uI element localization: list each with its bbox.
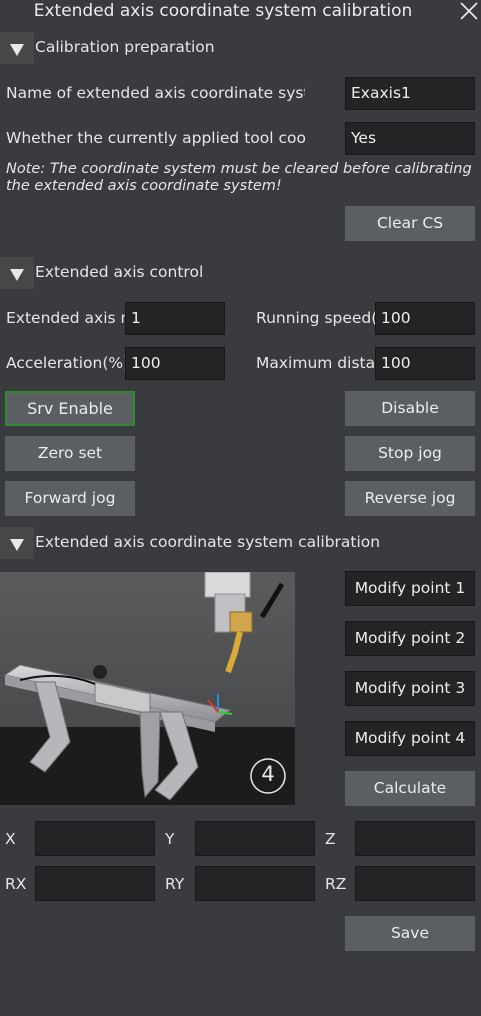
axis-number-label: Extended axis number — [6, 309, 125, 327]
rx-label: RX — [5, 875, 27, 893]
section-title: Extended axis coordinate system calibrat… — [35, 533, 381, 551]
collapse-toggle[interactable] — [0, 257, 34, 289]
disable-button[interactable]: Disable — [345, 391, 475, 426]
rz-field[interactable] — [355, 866, 475, 901]
zero-set-button[interactable]: Zero set — [5, 436, 135, 471]
forward-jog-button[interactable]: Forward jog — [5, 481, 135, 516]
calibration-illustration: 4 — [0, 571, 295, 805]
x-label: X — [5, 830, 16, 848]
stop-jog-button[interactable]: Stop jog — [345, 436, 475, 471]
acceleration-label: Acceleration(%) — [6, 354, 125, 372]
modify-point-4-button[interactable]: Modify point 4 — [345, 721, 475, 756]
cs-name-field[interactable]: Exaxis1 — [345, 77, 475, 110]
ry-label: RY — [165, 875, 185, 893]
triangle-down-icon — [10, 44, 24, 56]
reverse-jog-button[interactable]: Reverse jog — [345, 481, 475, 516]
clear-cs-button[interactable]: Clear CS — [345, 206, 475, 241]
modify-point-2-button[interactable]: Modify point 2 — [345, 621, 475, 656]
modify-point-3-button[interactable]: Modify point 3 — [345, 671, 475, 706]
y-field[interactable] — [195, 821, 315, 856]
z-field[interactable] — [355, 821, 475, 856]
calibration-note: Note: The coordinate system must be clea… — [6, 161, 472, 194]
x-field[interactable] — [35, 821, 155, 856]
tool-cs-label: Whether the currently applied tool coord… — [6, 129, 305, 147]
collapse-toggle[interactable] — [0, 32, 34, 64]
save-button[interactable]: Save — [345, 916, 475, 951]
section-extended-axis-control[interactable]: Extended axis control — [0, 257, 481, 289]
triangle-down-icon — [10, 539, 24, 551]
rx-field[interactable] — [35, 866, 155, 901]
close-icon[interactable] — [458, 0, 480, 23]
y-label: Y — [165, 830, 175, 848]
calculate-button[interactable]: Calculate — [345, 771, 475, 806]
section-title: Calibration preparation — [35, 38, 215, 56]
collapse-toggle[interactable] — [0, 527, 34, 559]
ry-field[interactable] — [195, 866, 315, 901]
section-title: Extended axis control — [35, 263, 204, 281]
window-title: Extended axis coordinate system calibrat… — [33, 1, 413, 21]
triangle-down-icon — [10, 269, 24, 281]
tool-cs-field[interactable]: Yes — [345, 122, 475, 155]
modify-point-1-button[interactable]: Modify point 1 — [345, 571, 475, 606]
acceleration-field[interactable]: 100 — [125, 347, 225, 380]
z-label: Z — [325, 830, 336, 848]
section-coordinate-calibration[interactable]: Extended axis coordinate system calibrat… — [0, 527, 481, 559]
max-distance-field[interactable]: 100 — [375, 347, 475, 380]
axis-number-field[interactable]: 1 — [125, 302, 225, 335]
cs-name-label: Name of extended axis coordinate system — [6, 84, 305, 102]
max-distance-label: Maximum distance — [256, 354, 375, 372]
step-number: 4 — [261, 762, 275, 786]
running-speed-label: Running speed(%) — [256, 309, 375, 327]
srv-enable-button[interactable]: Srv Enable — [5, 391, 135, 426]
title-bar: Extended axis coordinate system calibrat… — [0, 0, 481, 24]
running-speed-field[interactable]: 100 — [375, 302, 475, 335]
rz-label: RZ — [325, 875, 347, 893]
section-calibration-preparation[interactable]: Calibration preparation — [0, 32, 481, 64]
